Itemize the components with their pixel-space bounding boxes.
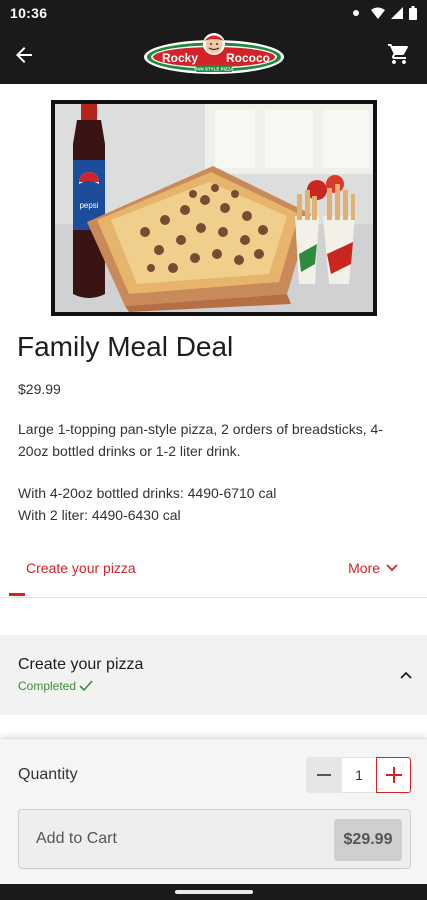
calorie-line-bottled: With 4-20oz bottled drinks: 4490-6710 ca… [18,485,277,501]
calorie-info: With 4-20oz bottled drinks: 4490-6710 ca… [18,482,413,526]
product-image: pepsi [51,100,377,316]
notification-dot-icon [353,10,359,16]
product-description: Large 1-topping pan-style pizza, 2 order… [18,421,383,459]
chevron-up-icon [400,671,412,679]
arrow-left-icon [16,47,32,63]
add-to-cart-button[interactable]: Add to Cart $29.99 [18,809,411,869]
logo-tagline: PAN STYLE PIZZA [194,67,234,72]
status-bar: 10:36 [0,0,427,26]
create-pizza-section[interactable]: Create your pizza Completed [0,635,427,715]
order-panel: Quantity 1 Add to Cart $29.99 [0,738,427,886]
decrease-quantity-button[interactable] [306,757,342,793]
section-status: Completed [18,679,93,693]
calorie-line-2-liter: With 2 liter: 4490-6430 cal [18,507,181,523]
wifi-icon [371,7,385,19]
bottle-label: pepsi [79,201,98,210]
back-button[interactable] [8,39,40,71]
product-photo: pepsi [55,104,373,312]
quantity-stepper: 1 [306,757,411,793]
home-gesture-handle[interactable] [175,890,253,894]
system-navigation-bar [0,884,427,900]
tab-more[interactable]: More [348,560,398,576]
quantity-value[interactable]: 1 [342,757,376,793]
logo-text-rococo: Rococo [226,51,270,65]
add-to-cart-label: Add to Cart [36,830,117,847]
plus-icon [385,767,402,783]
section-status-label: Completed [18,679,77,693]
minus-icon [317,774,331,776]
shopping-cart-icon [388,44,408,64]
checkmark-icon [79,680,93,692]
logo-text-rocky: Rocky [162,51,198,65]
cellular-icon [391,7,403,19]
product-title: Family Meal Deal [17,331,234,362]
brand-logo: Rocky Rococo PAN STYLE PIZZA [144,33,284,74]
status-icons [353,6,417,20]
status-time: 10:36 [10,5,48,21]
cart-button[interactable] [385,40,413,68]
increase-quantity-button[interactable] [376,757,411,793]
section-toggle[interactable] [400,666,412,684]
quantity-label: Quantity [18,766,78,783]
chevron-down-icon [386,564,398,572]
section-title: Create your pizza [18,656,144,673]
section-tabs: Create your pizza More [0,549,427,598]
cart-total-price: $29.99 [334,819,402,861]
product-price: $29.99 [18,381,61,397]
app-bar: Rocky Rococo PAN STYLE PIZZA [0,26,427,84]
battery-icon [409,6,417,20]
tab-more-label: More [348,560,380,576]
tab-indicator [9,593,25,596]
tab-create-your-pizza[interactable]: Create your pizza [26,560,136,576]
